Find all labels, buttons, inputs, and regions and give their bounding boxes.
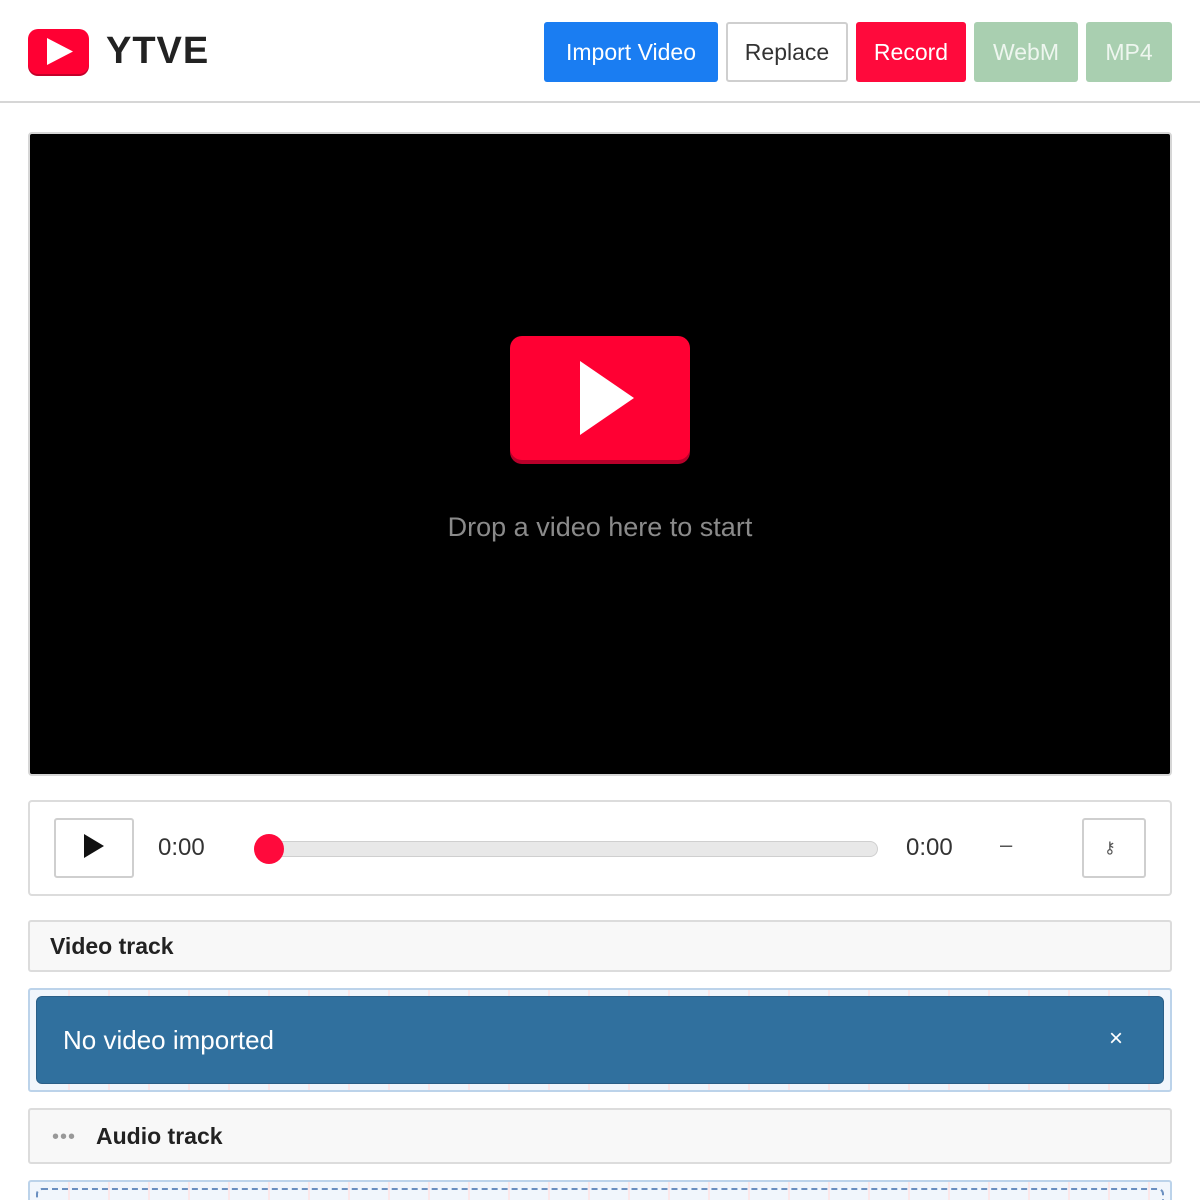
- play-icon: [84, 834, 104, 858]
- record-button[interactable]: Record: [856, 22, 966, 82]
- seek-handle[interactable]: [254, 834, 284, 864]
- app-logo-icon: [28, 29, 89, 74]
- audio-track-header: ••• Audio track: [28, 1108, 1172, 1164]
- big-play-icon[interactable]: [510, 336, 690, 460]
- app-header: YTVE Import Video Replace Record WebM MP…: [0, 0, 1200, 103]
- video-clip-label: No video imported: [63, 1025, 274, 1055]
- audio-clip[interactable]: [36, 1188, 1164, 1200]
- app-title: YTVE: [106, 30, 210, 72]
- video-clip[interactable]: No video imported ×: [36, 996, 1164, 1084]
- audio-track-title: Audio track: [96, 1123, 223, 1149]
- duration-time: 0:00: [906, 834, 953, 861]
- current-time: 0:00: [158, 834, 205, 861]
- key-icon: ⚷: [1104, 840, 1116, 857]
- drag-handle-icon[interactable]: •••: [52, 1126, 76, 1149]
- video-track-lane[interactable]: No video imported ×: [28, 988, 1172, 1092]
- video-preview-dropzone[interactable]: Drop a video here to start: [28, 132, 1172, 776]
- import-video-button[interactable]: Import Video: [544, 22, 718, 82]
- drop-hint-text: Drop a video here to start: [447, 512, 753, 542]
- export-webm-button[interactable]: WebM: [974, 22, 1078, 82]
- close-icon[interactable]: ×: [1109, 1025, 1123, 1053]
- playback-controls: 0:00 0:00 – ⚷: [28, 800, 1172, 896]
- audio-track-lane[interactable]: [28, 1180, 1172, 1200]
- export-mp4-button[interactable]: MP4: [1086, 22, 1172, 82]
- video-track-header: Video track: [28, 920, 1172, 972]
- replace-button[interactable]: Replace: [726, 22, 848, 82]
- time-separator: –: [1000, 832, 1013, 857]
- video-track-title: Video track: [50, 933, 174, 959]
- key-button[interactable]: ⚷: [1082, 818, 1146, 878]
- seek-bar[interactable]: [268, 841, 878, 857]
- play-button[interactable]: [54, 818, 134, 878]
